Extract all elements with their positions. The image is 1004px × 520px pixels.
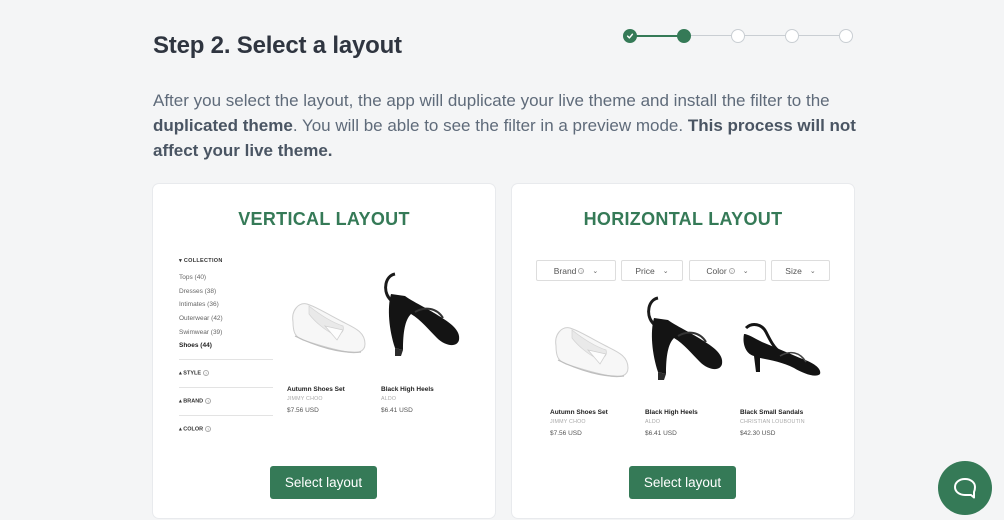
- horizontal-layout-card[interactable]: HORIZONTAL LAYOUT Brand? ⌄ Price ⌄ Color? ⌄…: [512, 184, 854, 518]
- product-price: $6.41 USD: [381, 407, 413, 414]
- check-icon: [626, 33, 634, 39]
- question-mark-icon: ?: [578, 267, 585, 274]
- product-price: $7.56 USD: [287, 407, 319, 414]
- style-filter-heading: ▴ STYLE?: [179, 370, 210, 377]
- brand-filter-dropdown: Brand? ⌄: [536, 260, 616, 281]
- product-brand: ALDO: [381, 396, 397, 402]
- product-name: Black High Heels: [645, 409, 698, 416]
- vertical-layout-title: VERTICAL LAYOUT: [238, 209, 410, 229]
- product-name: Black High Heels: [381, 386, 434, 393]
- product-brand: ALDO: [645, 419, 661, 425]
- question-mark-icon: ?: [203, 370, 210, 377]
- vertical-filter-preview: ▾ COLLECTION Tops (40) Dresses (38) Inti…: [179, 258, 275, 443]
- filter-divider: [179, 415, 273, 417]
- product-card: Autumn Shoes Set JIMMY CHOO $7.56 USD: [287, 386, 345, 414]
- white-flat-shoe-image: [292, 303, 366, 354]
- chat-bubble-icon: [954, 478, 976, 499]
- select-horizontal-layout-button[interactable]: Select layout: [629, 466, 736, 499]
- product-brand: JIMMY CHOO: [287, 396, 323, 402]
- collection-item: Intimates (36): [179, 301, 219, 309]
- question-mark-icon: ?: [205, 426, 212, 433]
- collection-item: Tops (40): [179, 274, 207, 281]
- color-filter-dropdown: Color? ⌄: [689, 260, 766, 281]
- chevron-down-icon: ⌄: [662, 267, 669, 275]
- black-high-heel-image: [647, 296, 723, 380]
- product-name: Autumn Shoes Set: [550, 409, 608, 416]
- price-filter-dropdown: Price ⌄: [621, 260, 683, 281]
- description-text-2: . You will be able to see the filter in …: [292, 116, 688, 135]
- white-flat-shoe-image: [555, 327, 629, 378]
- page-title: Step 2. Select a layout: [153, 32, 402, 59]
- product-price: $7.56 USD: [550, 430, 582, 437]
- question-mark-icon: ?: [205, 398, 212, 405]
- product-price: $42.30 USD: [740, 430, 776, 437]
- product-card: Autumn Shoes Set JIMMY CHOO $7.56 USD: [550, 409, 608, 437]
- product-price: $6.41 USD: [645, 430, 677, 437]
- product-card: Black Small Sandals CHRISTIAN LOUBOUTIN …: [740, 409, 805, 437]
- chevron-down-icon: ⌄: [742, 267, 749, 275]
- question-mark-icon: ?: [728, 267, 735, 274]
- step-5: [839, 29, 853, 43]
- step-description: After you select the layout, the app wil…: [153, 88, 863, 163]
- black-small-sandal-image: [743, 323, 821, 376]
- description-text-1: After you select the layout, the app wil…: [153, 91, 830, 110]
- filter-divider: [179, 387, 273, 389]
- collection-filter-heading: ▾ COLLECTION: [179, 258, 223, 264]
- vertical-layout-card[interactable]: VERTICAL LAYOUT ▾ COLLECTION Tops (40) D…: [153, 184, 495, 518]
- stepper-line-pending: [690, 35, 848, 36]
- horizontal-layout-title: HORIZONTAL LAYOUT: [583, 209, 783, 229]
- product-name: Black Small Sandals: [740, 409, 804, 416]
- color-filter-heading: ▴ COLOR?: [179, 426, 212, 433]
- chat-launcher-button[interactable]: [938, 461, 992, 515]
- size-filter-dropdown: Size ⌄: [771, 260, 830, 281]
- collection-item-selected: Shoes (44): [179, 342, 212, 350]
- product-card: Black High Heels ALDO $6.41 USD: [381, 386, 434, 414]
- step-1-completed: [623, 29, 637, 43]
- description-bold-1: duplicated theme: [153, 116, 293, 135]
- select-vertical-layout-button[interactable]: Select layout: [270, 466, 377, 499]
- product-name: Autumn Shoes Set: [287, 386, 345, 393]
- step-3: [731, 29, 745, 43]
- brand-filter-heading: ▴ BRAND?: [179, 398, 212, 405]
- product-brand: JIMMY CHOO: [550, 419, 586, 425]
- product-brand: CHRISTIAN LOUBOUTIN: [740, 419, 805, 425]
- progress-stepper: [622, 28, 854, 44]
- step-2-current: [677, 29, 691, 43]
- black-high-heel-image: [384, 272, 460, 356]
- product-card: Black High Heels ALDO $6.41 USD: [645, 409, 698, 437]
- collection-item: Outerwear (42): [179, 315, 223, 323]
- collection-item: Dresses (38): [179, 287, 217, 295]
- chevron-down-icon: ⌄: [809, 267, 816, 275]
- step-4: [785, 29, 799, 43]
- collection-item: Swimwear (39): [179, 328, 223, 336]
- chevron-down-icon: ⌄: [592, 267, 599, 275]
- collection-list: Tops (40) Dresses (38) Intimates (36) Ou…: [179, 274, 275, 356]
- filter-divider: [179, 359, 273, 361]
